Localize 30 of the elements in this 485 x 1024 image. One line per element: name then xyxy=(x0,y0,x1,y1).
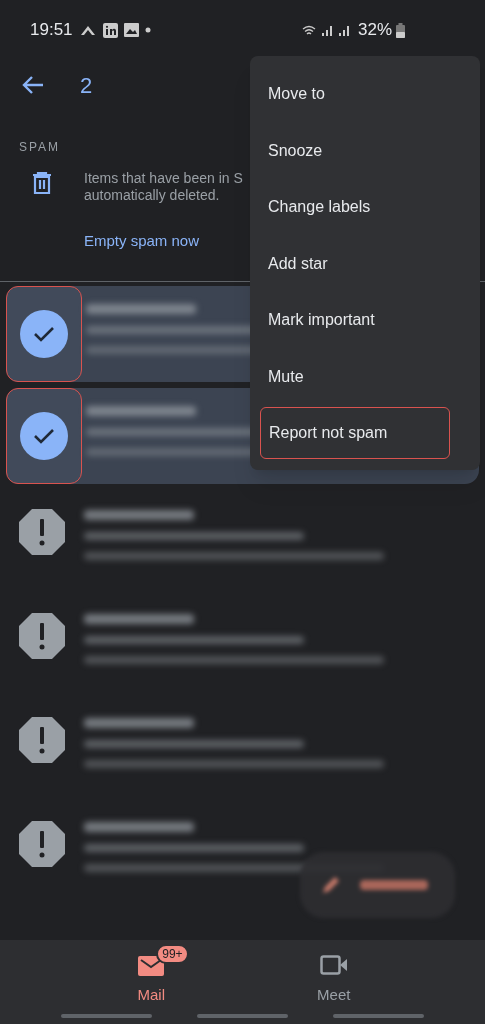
dot-icon xyxy=(144,27,151,33)
blurred-label xyxy=(360,880,428,890)
compose-button[interactable] xyxy=(300,852,455,918)
video-camera-icon xyxy=(319,954,348,976)
checkbox[interactable] xyxy=(6,286,82,382)
menu-item[interactable]: Report not spam xyxy=(260,407,450,459)
back-arrow-icon[interactable] xyxy=(22,75,44,95)
menu-item[interactable]: Snooze xyxy=(250,122,480,179)
menu-item[interactable]: Move to xyxy=(250,66,480,123)
menu-item[interactable]: Add star xyxy=(250,235,480,292)
pencil-icon xyxy=(320,874,342,896)
section-heading: SPAM xyxy=(19,139,61,156)
menu-item[interactable]: Mute xyxy=(250,348,480,405)
wifi-icon xyxy=(301,23,316,37)
menu-item[interactable]: Mark important xyxy=(250,292,480,349)
empty-spam-link[interactable]: Empty spam now xyxy=(84,230,200,253)
checkmark-icon xyxy=(20,310,68,358)
status-time: 19:51 xyxy=(30,19,73,42)
checkmark-icon xyxy=(20,412,68,460)
spam-notice-text: Items that have been in S automatically deleted. xyxy=(84,170,244,204)
unread-badge: 99+ xyxy=(156,944,189,964)
trash-icon xyxy=(32,172,52,194)
image-icon xyxy=(123,23,139,37)
mail-icon xyxy=(138,954,165,976)
battery-icon xyxy=(396,22,405,38)
nav-tab[interactable]: Meet xyxy=(288,950,379,1007)
menu-item[interactable]: Change labels xyxy=(250,179,480,236)
battery-percent: 32% xyxy=(357,19,392,42)
checkbox[interactable] xyxy=(6,388,82,484)
selected-count: 2 xyxy=(80,71,93,100)
